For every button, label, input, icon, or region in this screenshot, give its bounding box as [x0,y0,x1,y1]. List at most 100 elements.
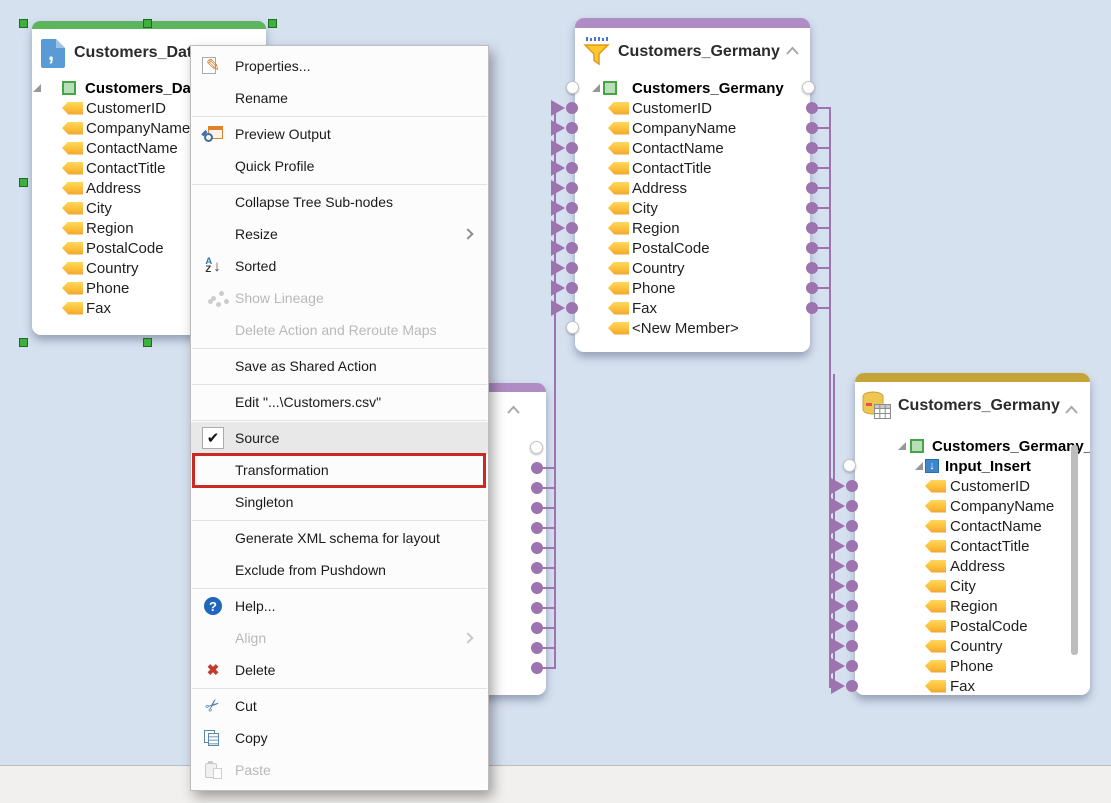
map-stub-line [817,267,830,269]
menu-item-delete[interactable]: ✖Delete [191,654,488,686]
tree-node-label: Address [86,180,141,197]
field-icon [62,122,83,135]
filter-node-header[interactable]: Customers_Germany [575,28,810,76]
field-row[interactable]: Address [575,178,810,198]
field-row[interactable]: City [855,576,1090,596]
menu-item-rename[interactable]: Rename [191,82,488,114]
collapse-chevron-icon[interactable] [505,403,522,417]
collapse-chevron-icon[interactable] [784,44,801,58]
menu-item-copy[interactable]: Copy [191,722,488,754]
field-row[interactable]: Region [575,218,810,238]
menu-item-edit-customers-csv[interactable]: Edit "...\Customers.csv" [191,386,488,418]
field-row[interactable]: Region [855,596,1090,616]
field-row[interactable]: Phone [575,278,810,298]
menu-item-collapse-tree-sub-nodes[interactable]: Collapse Tree Sub-nodes [191,186,488,218]
menu-separator [192,520,487,521]
field-icon [608,102,629,115]
menu-item-label: Transformation [235,462,329,478]
preview-icon [191,126,235,142]
menu-item-singleton[interactable]: Singleton [191,486,488,518]
sort-az-icon: AZ↓ [191,258,235,275]
field-row[interactable]: ContactTitle [855,536,1090,556]
menu-item-sorted[interactable]: AZ↓Sorted [191,250,488,282]
field-row[interactable]: Country [855,636,1090,656]
resize-handle[interactable] [19,19,28,28]
field-row[interactable]: Fax [855,676,1090,696]
menu-item-label: Preview Output [235,126,331,142]
field-icon [62,182,83,195]
vertical-scrollbar[interactable] [1071,445,1078,655]
collapse-chevron-icon[interactable] [1063,403,1080,417]
field-row[interactable]: City [575,198,810,218]
field-icon [608,202,629,215]
menu-item-save-as-shared-action[interactable]: Save as Shared Action [191,350,488,382]
resize-handle[interactable] [19,338,28,347]
field-row[interactable]: ContactName [575,138,810,158]
menu-item-generate-xml-schema-for-layout[interactable]: Generate XML schema for layout [191,522,488,554]
field-row[interactable]: Country [575,258,810,278]
tree-expander-icon[interactable] [915,462,923,470]
tree-node-row[interactable]: Customers_Germany [575,78,810,98]
destination-node-header[interactable]: Customers_Germany [855,382,1090,430]
menu-item-label: Paste [235,762,271,778]
menu-item-label: Delete Action and Reroute Maps [235,322,437,338]
field-row[interactable]: Phone [855,656,1090,676]
field-row[interactable]: PostalCode [855,616,1090,636]
map-stub-line [817,287,830,289]
resize-handle[interactable] [268,19,277,28]
field-row[interactable]: ContactTitle [575,158,810,178]
resize-handle[interactable] [143,338,152,347]
field-row[interactable]: CompanyName [575,118,810,138]
menu-item-label: Save as Shared Action [235,358,377,374]
menu-item-help[interactable]: ?Help... [191,590,488,622]
menu-item-transformation[interactable]: Transformation [191,454,488,486]
field-row[interactable]: PostalCode [575,238,810,258]
resize-handle[interactable] [143,19,152,28]
tree-expander-icon[interactable] [33,84,41,92]
menu-item-label: Properties... [235,58,310,74]
map-arrow-icon [551,220,565,236]
menu-item-resize[interactable]: Resize [191,218,488,250]
menu-separator [192,688,487,689]
menu-item-align: Align [191,622,488,654]
field-row[interactable]: Fax [575,298,810,318]
lineage-icon [191,296,235,301]
map-stub-line [817,127,830,129]
menu-item-cut[interactable]: ✂Cut [191,690,488,722]
field-icon [925,620,946,633]
resize-handle[interactable] [19,178,28,187]
dataflow-canvas[interactable]: , Customers_Dat Customers_DatCustomerIDC… [0,0,1111,803]
field-row[interactable]: CustomerID [855,476,1090,496]
filter-icon [583,37,610,67]
menu-item-source[interactable]: ✔Source [191,422,488,454]
menu-item-preview-output[interactable]: Preview Output [191,118,488,150]
map-stub-line [817,167,830,169]
field-row[interactable]: CustomerID [575,98,810,118]
menu-item-quick-profile[interactable]: Quick Profile [191,150,488,182]
tree-node-row[interactable]: ↓Input_Insert [855,456,1090,476]
tree-expander-icon[interactable] [592,84,600,92]
field-row[interactable]: <New Member> [575,318,810,338]
menu-separator [192,384,487,385]
field-icon [62,202,83,215]
map-bus-line [829,107,831,688]
field-icon [62,222,83,235]
tree-node-label: Address [632,180,687,197]
context-menu: ✎Properties...Rename Preview Output Quick … [190,45,489,791]
menu-item-label: Exclude from Pushdown [235,562,386,578]
tree-node-label: Region [86,220,134,237]
delete-icon: ✖ [191,661,235,679]
field-row[interactable]: CompanyName [855,496,1090,516]
tree-node-label: Region [950,598,998,615]
database-table-icon [862,391,892,421]
tree-node-row[interactable]: Customers_Germany_T.. [855,436,1090,456]
tree-node-label: City [950,578,976,595]
menu-item-properties[interactable]: ✎Properties... [191,50,488,82]
menu-item-exclude-from-pushdown[interactable]: Exclude from Pushdown [191,554,488,586]
menu-item-label: Delete [235,662,275,678]
field-row[interactable]: ContactName [855,516,1090,536]
tree-node-label: Fax [86,300,111,317]
tree-expander-icon[interactable] [898,442,906,450]
map-arrow-icon [551,200,565,216]
field-row[interactable]: Address [855,556,1090,576]
